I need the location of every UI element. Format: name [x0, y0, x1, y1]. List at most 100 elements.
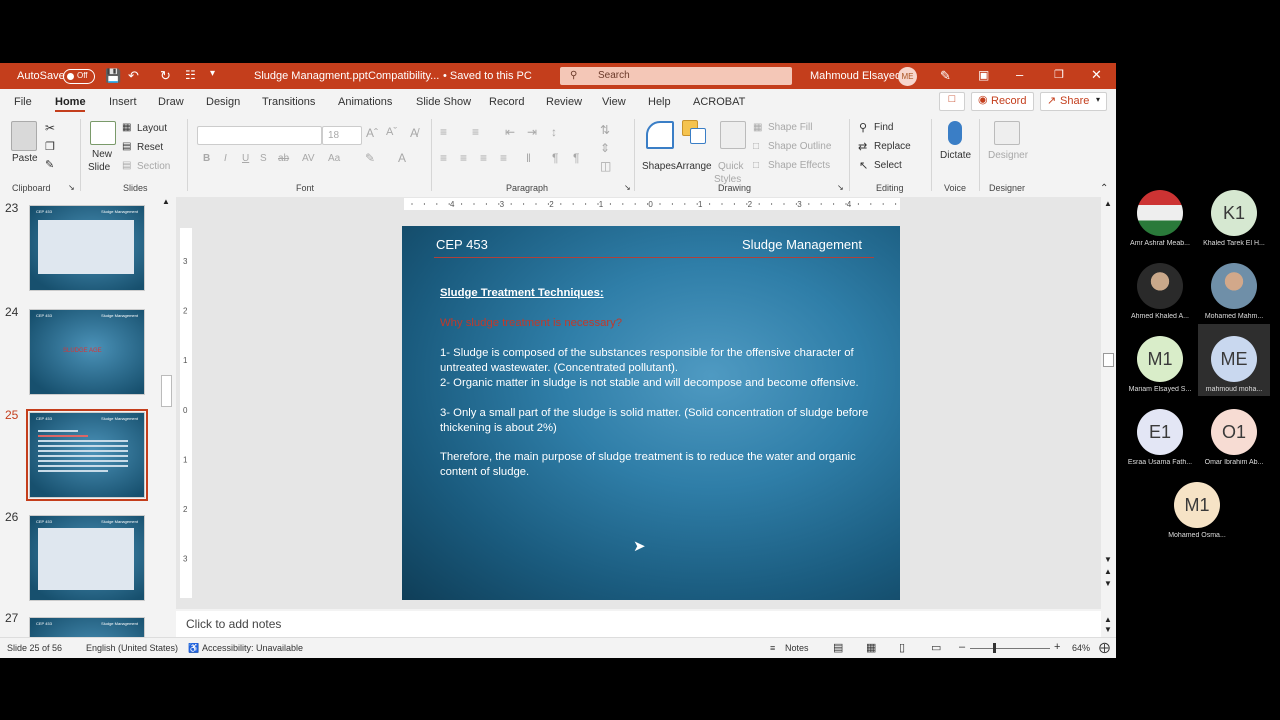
- quick-styles-button[interactable]: Quick: [718, 161, 744, 172]
- tab-animations[interactable]: Animations: [338, 96, 392, 108]
- scroll-up-icon[interactable]: ▲: [1104, 199, 1112, 208]
- accessibility-status[interactable]: Accessibility: Unavailable: [202, 643, 303, 653]
- comments-button[interactable]: □: [939, 92, 965, 111]
- shapes-button[interactable]: Shapes: [642, 161, 676, 172]
- new-slide-button[interactable]: New: [92, 149, 112, 160]
- slide-thumbnail-24[interactable]: CEP 453 Sludge Management SLUDGE AGE: [29, 309, 145, 395]
- save-icon[interactable]: 💾: [105, 68, 121, 84]
- designer-icon[interactable]: [994, 121, 1020, 145]
- copy-icon[interactable]: ❐: [45, 140, 55, 153]
- zoom-slider-thumb[interactable]: [993, 643, 996, 653]
- autosave-toggle[interactable]: Off: [63, 69, 95, 84]
- tab-record[interactable]: Record: [489, 96, 524, 108]
- participant-tile[interactable]: E1 Esraa Usama Fath...: [1120, 409, 1200, 466]
- drawing-launcher-icon[interactable]: ↘: [837, 183, 844, 192]
- tab-review[interactable]: Review: [546, 96, 582, 108]
- notes-pane[interactable]: Click to add notes: [176, 611, 1101, 637]
- decrease-font-icon[interactable]: Aˇ: [386, 126, 397, 138]
- highlight-icon[interactable]: ✎: [365, 151, 375, 165]
- bold-icon[interactable]: B: [203, 153, 210, 164]
- participant-tile[interactable]: Amr Ashraf Meab...: [1120, 190, 1200, 247]
- close-icon[interactable]: ✕: [1091, 67, 1102, 83]
- clear-format-icon[interactable]: A̸: [410, 126, 418, 140]
- participant-tile[interactable]: Ahmed Khaled A...: [1120, 263, 1200, 320]
- paste-button[interactable]: Paste: [12, 153, 38, 164]
- slideshow-icon[interactable]: ▭: [931, 641, 941, 654]
- dictate-button[interactable]: Dictate: [940, 150, 971, 161]
- line-spacing-icon[interactable]: ↕: [551, 125, 557, 139]
- user-avatar[interactable]: ME: [898, 67, 917, 86]
- align-center-icon[interactable]: ≡: [460, 151, 467, 165]
- zoom-in-icon[interactable]: +: [1054, 641, 1060, 653]
- language-status[interactable]: English (United States): [86, 643, 178, 653]
- pen-icon[interactable]: ✎: [940, 68, 951, 84]
- current-slide[interactable]: CEP 453 Sludge Management Sludge Treatme…: [402, 226, 900, 600]
- undo-icon[interactable]: ↶: [128, 68, 139, 84]
- shapes-icon[interactable]: [646, 121, 674, 149]
- participant-tile[interactable]: M1 Mariam Elsayed S...: [1120, 336, 1200, 393]
- fit-slide-icon[interactable]: ⨁: [1099, 641, 1110, 654]
- decrease-indent-icon[interactable]: ⇤: [505, 125, 515, 139]
- tab-slide-show[interactable]: Slide Show: [416, 96, 471, 108]
- layout-button[interactable]: Layout: [137, 123, 167, 134]
- shape-fill-button[interactable]: Shape Fill: [768, 122, 812, 133]
- ribbon-display-icon[interactable]: ▣: [978, 68, 989, 82]
- new-slide-button-line2[interactable]: Slide: [88, 162, 110, 173]
- increase-indent-icon[interactable]: ⇥: [527, 125, 537, 139]
- search-box[interactable]: ⚲ Search: [560, 67, 792, 85]
- tab-transitions[interactable]: Transitions: [262, 96, 315, 108]
- saved-status[interactable]: • Saved to this PC: [443, 70, 532, 82]
- tab-acrobat[interactable]: ACROBAT: [693, 96, 745, 108]
- redo-icon[interactable]: ↻: [160, 68, 171, 84]
- canvas-scrollbar[interactable]: ▲ ▼ ▲ ▼ ▲ ▼: [1101, 197, 1116, 637]
- designer-button[interactable]: Designer: [988, 150, 1028, 161]
- thumbnail-scrollbar[interactable]: ▲: [160, 197, 172, 637]
- record-button[interactable]: ◉ Record: [971, 92, 1034, 111]
- bullets-icon[interactable]: ≡: [440, 125, 447, 139]
- notes-scroll-up-icon[interactable]: ▲: [1104, 615, 1112, 624]
- align-text-icon[interactable]: ⇕: [600, 141, 610, 155]
- columns-icon[interactable]: ‖: [526, 151, 531, 165]
- next-slide-icon[interactable]: ▼: [1104, 579, 1112, 588]
- replace-button[interactable]: Replace: [874, 141, 911, 152]
- participant-tile[interactable]: K1 Khaled Tarek El H...: [1194, 190, 1274, 247]
- font-name-field[interactable]: [197, 126, 322, 145]
- quick-styles-icon[interactable]: [720, 121, 746, 149]
- zoom-level[interactable]: 64%: [1072, 643, 1090, 653]
- previous-slide-icon[interactable]: ▲: [1104, 567, 1112, 576]
- slide-sorter-icon[interactable]: ▦: [866, 641, 876, 654]
- dialog-launcher-icon[interactable]: ↘: [68, 183, 75, 192]
- present-icon[interactable]: ☷: [185, 68, 196, 82]
- ltr-icon[interactable]: ¶: [573, 151, 579, 165]
- participant-tile[interactable]: O1 Omar Ibrahim Ab...: [1194, 409, 1274, 466]
- shape-outline-button[interactable]: Shape Outline: [768, 141, 831, 152]
- paste-icon[interactable]: [11, 121, 37, 151]
- underline-icon[interactable]: U: [242, 153, 249, 164]
- tab-file[interactable]: File: [14, 96, 32, 108]
- slide-thumbnail-26[interactable]: CEP 453 Sludge Management: [29, 515, 145, 601]
- user-name[interactable]: Mahmoud Elsayed: [810, 70, 901, 82]
- align-right-icon[interactable]: ≡: [480, 151, 487, 165]
- participant-tile[interactable]: M1 Mohamed Osma...: [1157, 482, 1237, 539]
- tab-help[interactable]: Help: [648, 96, 671, 108]
- tab-insert[interactable]: Insert: [109, 96, 137, 108]
- find-button[interactable]: Find: [874, 122, 893, 133]
- zoom-out-icon[interactable]: –: [959, 641, 965, 653]
- justify-icon[interactable]: ≡: [500, 151, 507, 165]
- scroll-up-icon[interactable]: ▲: [162, 197, 170, 206]
- smartart-icon[interactable]: ◫: [600, 159, 611, 173]
- share-button[interactable]: ↗ Share ▾: [1040, 92, 1107, 111]
- change-case-icon[interactable]: Aa: [328, 153, 340, 164]
- numbering-icon[interactable]: ≡: [472, 125, 479, 139]
- customize-toolbar-icon[interactable]: ▾: [210, 68, 215, 79]
- arrange-button[interactable]: Arrange: [676, 161, 712, 172]
- collapse-ribbon-icon[interactable]: ⌃: [1100, 183, 1108, 194]
- reset-button[interactable]: Reset: [137, 142, 163, 153]
- notes-button[interactable]: Notes: [785, 643, 809, 653]
- scroll-down-icon[interactable]: ▼: [1104, 555, 1112, 564]
- tab-home[interactable]: Home: [55, 96, 86, 108]
- participant-tile[interactable]: ME mahmoud moha...: [1194, 336, 1274, 393]
- notes-scroll-down-icon[interactable]: ▼: [1104, 625, 1112, 634]
- microphone-icon[interactable]: [948, 121, 962, 145]
- slide-thumbnail-23[interactable]: CEP 453 Sludge Management: [29, 205, 145, 291]
